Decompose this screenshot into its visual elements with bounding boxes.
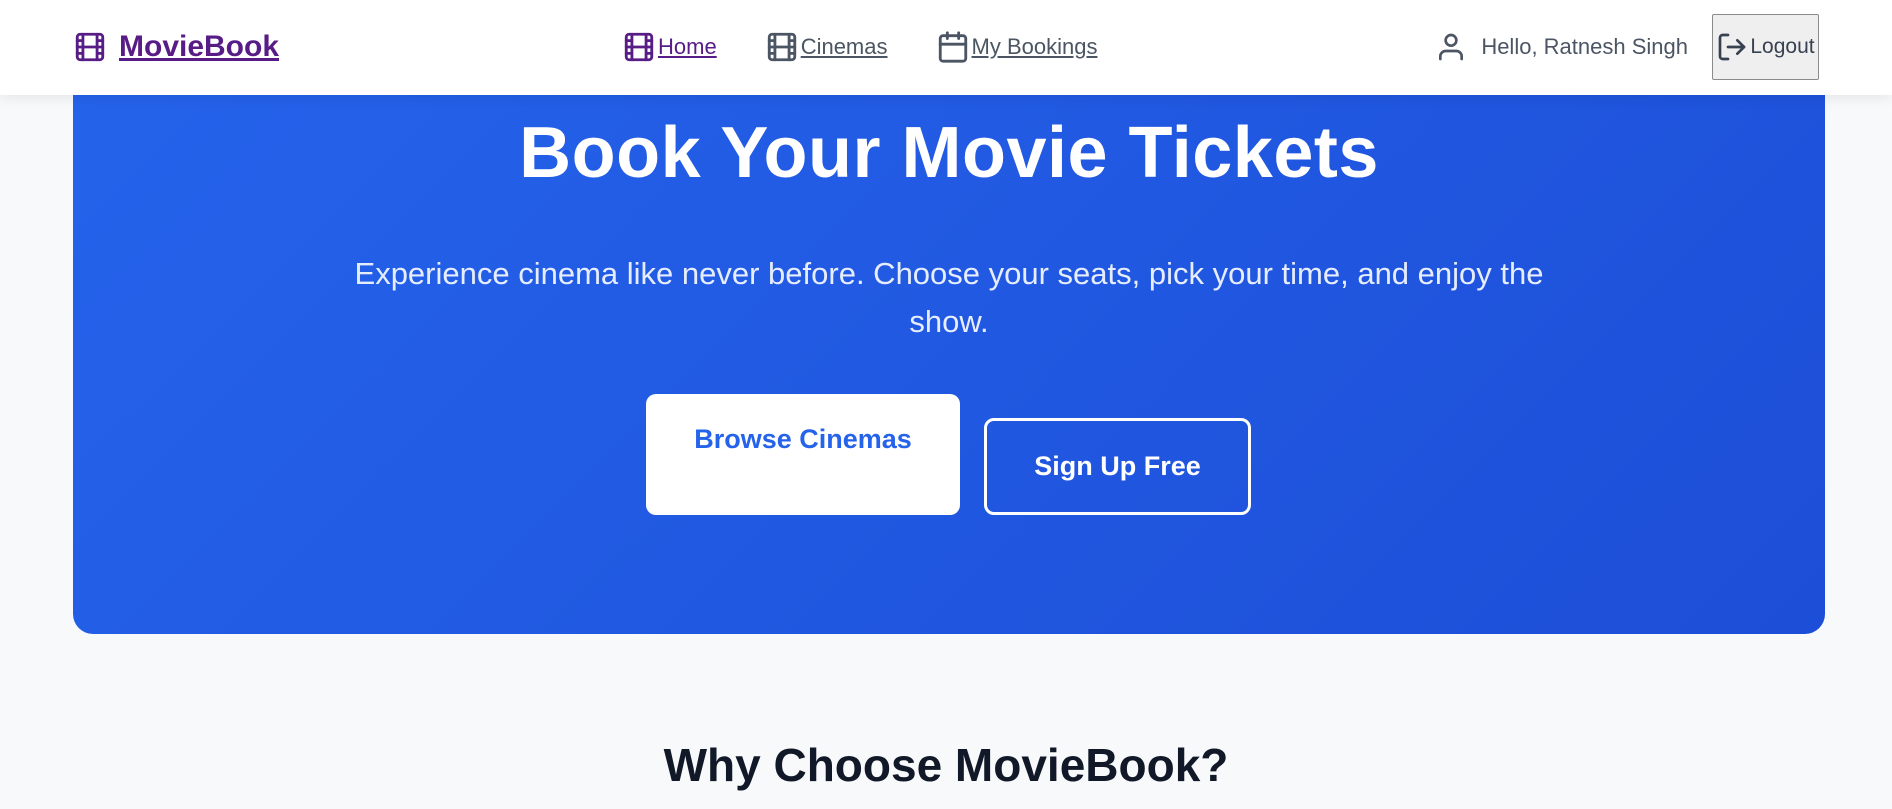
browse-cinemas-button[interactable]: Browse Cinemas <box>646 394 960 515</box>
logout-label: Logout <box>1750 35 1815 58</box>
hero-title: Book Your Movie Tickets <box>519 113 1379 193</box>
film-icon <box>765 30 799 64</box>
calendar-icon <box>936 30 970 64</box>
user-icon <box>1435 31 1467 63</box>
features-title: Why Choose MovieBook? <box>663 739 1229 791</box>
logout-button[interactable]: Logout <box>1712 14 1819 80</box>
hero-banner: Book Your Movie Tickets Experience cinem… <box>73 60 1825 634</box>
nav-item-home[interactable]: Home <box>622 30 717 64</box>
top-navbar: MovieBook Home Cinemas My Bookings Hello… <box>0 0 1892 95</box>
hero-subtitle: Experience cinema like never before. Cho… <box>354 256 1544 339</box>
nav-item-label: Home <box>658 34 717 59</box>
brand-link[interactable]: MovieBook <box>73 28 279 66</box>
sign-up-button[interactable]: Sign Up Free <box>984 418 1251 515</box>
film-icon <box>73 30 107 64</box>
nav-item-label: My Bookings <box>971 34 1098 59</box>
user-greeting: Hello, Ratnesh Singh <box>1481 34 1688 59</box>
nav-item-label: Cinemas <box>800 34 888 59</box>
film-icon <box>622 30 656 64</box>
main-nav: Home Cinemas My Bookings <box>622 28 1097 66</box>
brand-label: MovieBook <box>119 30 280 63</box>
user-area: Hello, Ratnesh Singh Logout <box>1435 14 1819 80</box>
logout-icon <box>1716 31 1748 63</box>
nav-item-my-bookings[interactable]: My Bookings <box>936 30 1098 64</box>
nav-item-cinemas[interactable]: Cinemas <box>765 30 888 64</box>
